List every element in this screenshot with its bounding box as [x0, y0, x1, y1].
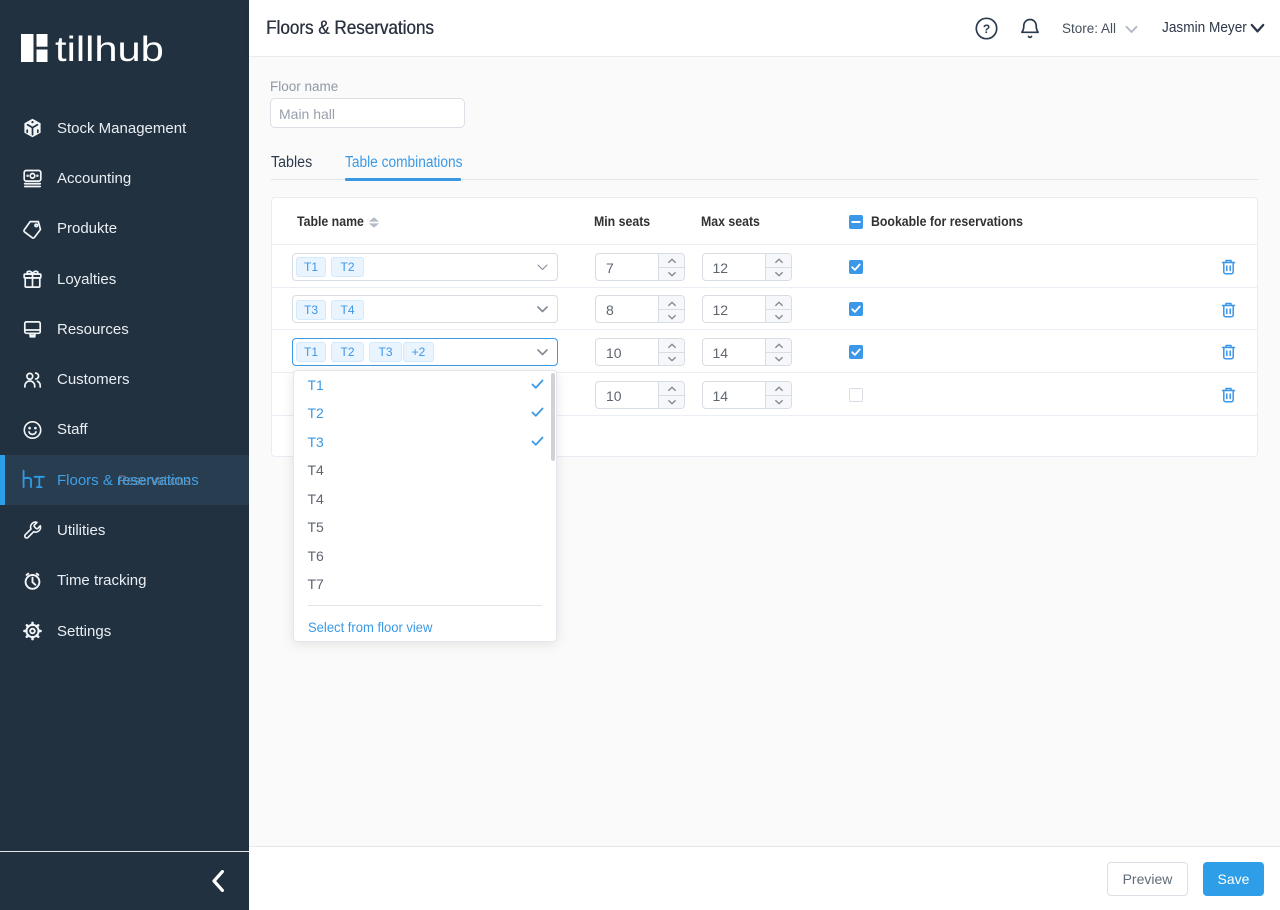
svg-text:?: ? [983, 22, 990, 36]
